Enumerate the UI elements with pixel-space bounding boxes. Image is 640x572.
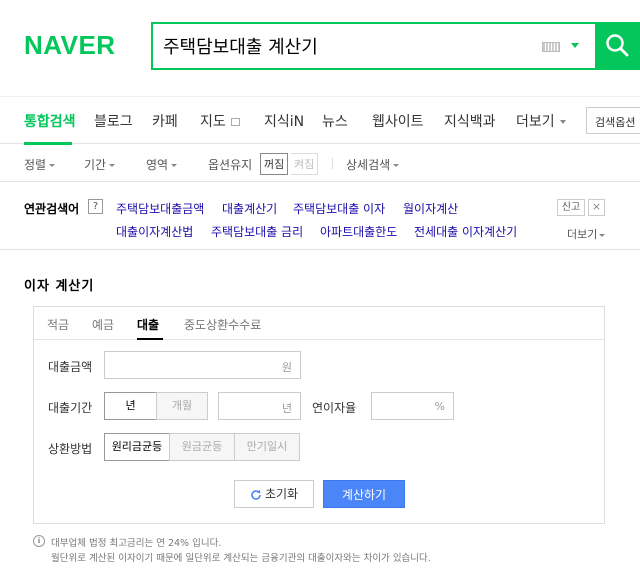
related-link[interactable]: 주택담보대출 금리 (211, 223, 303, 240)
refresh-icon (251, 489, 261, 500)
amount-input[interactable]: 원 (104, 351, 301, 379)
calculate-button[interactable]: 계산하기 (323, 480, 405, 508)
period-month-toggle[interactable]: 개월 (156, 392, 208, 420)
tab-map[interactable]: 지도 (200, 111, 240, 131)
interest-calculator: 적금 예금 대출 중도상환수수료 대출금액 원 대출기간 년 개월 년 연이자율… (33, 306, 605, 524)
calculator-tabs: 적금 예금 대출 중도상환수수료 (34, 307, 604, 340)
tab-more[interactable]: 더보기 (516, 111, 566, 131)
tab-kin[interactable]: 지식iN (264, 111, 304, 131)
detail-search-filter[interactable]: 상세검색 (346, 156, 400, 173)
related-link[interactable]: 아파트대출한도 (320, 223, 397, 240)
note-max-rate: 대부업체 법정 최고금리는 연 24% 입니다. (51, 538, 222, 549)
sort-label: 정렬 (24, 158, 47, 172)
period-year-toggle[interactable]: 년 (104, 392, 157, 420)
tab-integrated[interactable]: 통합검색 (24, 111, 76, 131)
tab-encyclopedia[interactable]: 지식백과 (444, 111, 496, 131)
related-link[interactable]: 주택담보대출금액 (116, 200, 204, 217)
header: NAVER (0, 0, 640, 96)
related-link[interactable]: 월이자계산 (403, 200, 458, 217)
chevron-down-icon (109, 164, 116, 167)
chevron-down-icon[interactable] (571, 43, 579, 48)
period-input[interactable]: 년 (218, 392, 301, 420)
rate-unit: % (434, 400, 445, 413)
tab-news[interactable]: 뉴스 (322, 111, 348, 131)
amount-label: 대출금액 (48, 360, 93, 374)
related-link[interactable]: 대출계산기 (222, 200, 277, 217)
tab-blog[interactable]: 블로그 (94, 111, 133, 131)
report-button[interactable]: 신고 (557, 199, 585, 216)
note-monthly-calc: 월단위로 계산된 이자이기 때문에 일단위로 계산되는 금융기관의 대출이자와는… (51, 553, 431, 564)
chevron-down-icon (559, 120, 566, 124)
tab-cafe[interactable]: 카페 (152, 111, 178, 131)
filter-bar: 정렬 기간 영역 옵션유지 꺼짐 켜짐 상세검색 (0, 144, 640, 182)
area-filter[interactable]: 영역 (146, 156, 178, 173)
rate-input[interactable]: % (371, 392, 454, 420)
period-filter[interactable]: 기간 (84, 156, 116, 173)
naver-logo[interactable]: NAVER (24, 30, 116, 61)
chevron-down-icon (49, 164, 56, 167)
tab-map-label: 지도 (200, 114, 226, 130)
tab-prepayment-fee[interactable]: 중도상환수수료 (184, 316, 261, 333)
chevron-down-icon (599, 233, 606, 237)
search-input[interactable] (163, 32, 533, 60)
period-unit: 년 (281, 402, 292, 415)
period-label: 기간 (84, 158, 107, 172)
close-icon[interactable]: × (588, 199, 605, 216)
more-label: 더보기 (567, 228, 598, 241)
tab-more-label: 더보기 (516, 114, 555, 130)
period-label: 대출기간 (48, 401, 93, 415)
rate-label: 연이자율 (312, 401, 357, 415)
related-title: 연관검색어 (24, 202, 80, 216)
reset-label: 초기화 (264, 487, 299, 501)
chevron-down-icon (393, 164, 400, 167)
keyboard-icon[interactable] (542, 42, 560, 52)
help-icon[interactable]: ? (88, 199, 103, 214)
search-icon (606, 34, 629, 57)
search-tabs: 통합검색 블로그 카페 지도 지식iN 뉴스 웹사이트 지식백과 더보기 검색옵… (0, 96, 640, 145)
tab-savings[interactable]: 적금 (47, 316, 69, 333)
image-icon (230, 118, 240, 126)
related-link[interactable]: 대출이자계산법 (116, 223, 193, 240)
option-on-toggle[interactable]: 켜짐 (291, 153, 319, 175)
option-off-toggle[interactable]: 꺼짐 (260, 153, 289, 175)
repay-label: 상환방법 (48, 442, 93, 456)
tab-loan[interactable]: 대출 (137, 316, 159, 333)
search-button[interactable] (595, 22, 640, 70)
sort-filter[interactable]: 정렬 (24, 156, 56, 173)
repay-bullet[interactable]: 만기일시 (234, 433, 300, 461)
detail-search-label: 상세검색 (346, 158, 391, 172)
search-box[interactable] (151, 22, 597, 70)
related-searches: 연관검색어 ? 주택담보대출금액 대출계산기 주택담보대출 이자 월이자계산 대… (0, 182, 640, 250)
repay-equal-principal-interest[interactable]: 원리금균등 (104, 433, 170, 461)
divider (332, 158, 333, 169)
option-keep-label: 옵션유지 (208, 158, 253, 172)
tab-deposit[interactable]: 예금 (92, 316, 114, 333)
reset-button[interactable]: 초기화 (234, 480, 314, 508)
related-link[interactable]: 전세대출 이자계산기 (414, 223, 517, 240)
repay-equal-principal[interactable]: 원금균등 (169, 433, 235, 461)
related-link[interactable]: 주택담보대출 이자 (293, 200, 385, 217)
amount-unit: 원 (281, 361, 292, 374)
search-options-button[interactable]: 검색옵션 (586, 107, 640, 134)
active-tab-indicator (137, 338, 163, 340)
tab-website[interactable]: 웹사이트 (372, 111, 424, 131)
info-icon: i (33, 535, 45, 547)
area-label: 영역 (146, 158, 169, 172)
chevron-down-icon (171, 164, 178, 167)
more-button[interactable]: 더보기 (567, 226, 606, 242)
calculator-title: 이자 계산기 (24, 279, 95, 294)
